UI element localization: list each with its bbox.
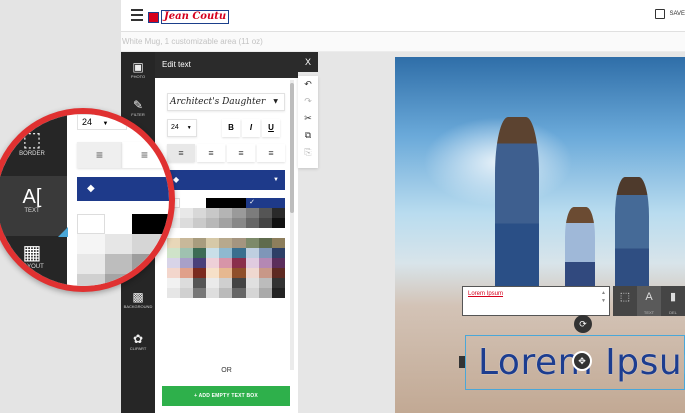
magnified-text-item[interactable]: A[ TEXT	[0, 176, 68, 237]
product-subtitle: White Mug, 1 customizable area (11 oz)	[121, 32, 685, 52]
magnified-alignment-row: ≡ ≡	[77, 142, 167, 168]
selected-check-icon[interactable]: ✓	[245, 198, 259, 208]
copy-icon[interactable]: ⧉	[298, 127, 318, 144]
magnified-item-label: TEXT	[24, 208, 40, 214]
color-swatch[interactable]	[180, 198, 194, 208]
delete-label: DEL	[669, 310, 677, 315]
magnified-size-value: 24	[82, 117, 93, 127]
rail-item-label: PHOTO	[130, 74, 146, 79]
text-input-box[interactable]: Lorem Ipsum ▲ ▼	[462, 286, 610, 316]
or-separator: OR	[221, 367, 232, 374]
paste-icon[interactable]: ⎘	[298, 144, 318, 161]
panel-scrollbar[interactable]	[290, 80, 294, 370]
align-left-button[interactable]: ≡	[167, 144, 195, 162]
alignment-row: ≡ ≡ ≡ ≡	[167, 144, 285, 162]
brand-name: Jean Coutu	[161, 10, 230, 24]
rail-item-label: FILTER	[131, 112, 145, 117]
magnified-size-select[interactable]: 24 ▼	[77, 114, 127, 130]
close-panel-button[interactable]: X	[298, 52, 318, 72]
panel-title: Edit text	[155, 52, 298, 78]
magnified-item-label: BORDER	[19, 151, 45, 157]
color-swatch[interactable]	[258, 198, 272, 208]
font-family-select[interactable]: Architect's Daughter ▼	[167, 93, 285, 111]
move-handle-icon[interactable]: ✥	[572, 351, 592, 371]
rotate-handle-icon[interactable]: ⟳	[574, 315, 592, 333]
magic-wand-icon: ✎	[132, 98, 144, 112]
crop-frame-icon[interactable]: ⬚	[613, 286, 637, 316]
delete-button[interactable]: ▮ DEL	[661, 286, 685, 316]
bold-button[interactable]: B	[222, 119, 240, 137]
clipart-icon: ✿	[132, 332, 144, 346]
align-center-button[interactable]: ≡	[197, 144, 225, 162]
color-swatch[interactable]	[232, 198, 246, 208]
paint-bucket-icon: ◆	[173, 175, 180, 184]
background-icon: ▩	[132, 290, 144, 304]
color-swatch[interactable]	[271, 198, 285, 208]
text-tool-button[interactable]: A TEXT	[637, 286, 661, 316]
photo-icon: ▣	[132, 60, 144, 74]
align-center-button[interactable]: ≡	[122, 142, 167, 168]
brand-mark-icon	[148, 11, 159, 23]
textbox-scroll-arrows-icon: ▲ ▼	[601, 290, 606, 304]
rail-item-label: BACKGROUND	[123, 304, 153, 309]
top-bar: Jean Coutu SAVE	[121, 0, 685, 32]
paint-bucket-icon: ◆	[87, 183, 95, 194]
italic-button[interactable]: I	[242, 119, 260, 137]
magnified-item-label: LAYOUT	[20, 264, 44, 270]
color-swatches: ✓	[167, 198, 285, 298]
edit-toolbar: ↶ ↷ ✂ ⧉ ⎘	[298, 76, 318, 168]
font-family-value: Architect's Daughter	[170, 97, 266, 107]
chevron-down-icon: ▼	[102, 121, 109, 127]
scrollbar-thumb[interactable]	[290, 83, 294, 213]
align-left-button[interactable]: ≡	[77, 142, 122, 168]
text-tool-label: TEXT	[643, 310, 655, 315]
rail-item-photo[interactable]: ▣ PHOTO	[121, 60, 155, 79]
save-label: SAVE	[669, 11, 685, 17]
color-swatch[interactable]	[206, 198, 220, 208]
redo-icon[interactable]: ↷	[298, 93, 318, 110]
align-justify-button[interactable]: ≡	[227, 144, 255, 162]
magnified-border-item[interactable]: ⬚ BORDER	[0, 129, 67, 157]
layout-icon: ▦	[22, 242, 42, 264]
magnifier-callout: ⬚ BORDER A[ TEXT ▦ LAYOUT 24 ▼ ≡ ≡ ◆	[0, 108, 175, 292]
rail-item-label: CLIPART	[129, 346, 147, 351]
rail-item-background[interactable]: ▩ BACKGROUND	[121, 290, 155, 309]
magnified-color-dropdown[interactable]: ◆	[77, 177, 169, 201]
border-icon: ⬚	[22, 129, 42, 151]
chevron-down-icon: ▼	[273, 98, 278, 105]
cut-icon[interactable]: ✂	[298, 110, 318, 127]
hamburger-menu-icon[interactable]	[131, 9, 143, 21]
color-swatch[interactable]	[193, 198, 207, 208]
chevron-down-icon: ▼	[273, 177, 279, 183]
rail-item-clipart[interactable]: ✿ CLIPART	[121, 332, 155, 351]
save-button[interactable]: SAVE	[655, 9, 685, 19]
text-edit-toolbar: ⬚ A TEXT ▮ DEL	[613, 286, 685, 316]
photo-person-adult	[495, 117, 539, 307]
font-size-value: 24	[171, 124, 179, 131]
save-icon	[655, 9, 666, 19]
magnified-swatches	[77, 214, 169, 286]
text-icon: A[	[22, 186, 42, 208]
align-right-button[interactable]: ≡	[257, 144, 285, 162]
add-empty-text-box-button[interactable]: + ADD EMPTY TEXT BOX	[162, 386, 290, 406]
font-size-select[interactable]: 24 ▼	[167, 119, 197, 137]
undo-icon[interactable]: ↶	[298, 76, 318, 93]
brand-logo[interactable]: Jean Coutu	[148, 10, 230, 24]
magnified-layout-item[interactable]: ▦ LAYOUT	[0, 242, 67, 270]
underline-button[interactable]: U	[262, 119, 280, 137]
color-swatch[interactable]	[219, 198, 233, 208]
text-input-value: Lorem Ipsum	[468, 291, 504, 297]
text-color-dropdown[interactable]: ◆ ▼	[167, 170, 285, 190]
chevron-down-icon: ▼	[186, 125, 192, 131]
